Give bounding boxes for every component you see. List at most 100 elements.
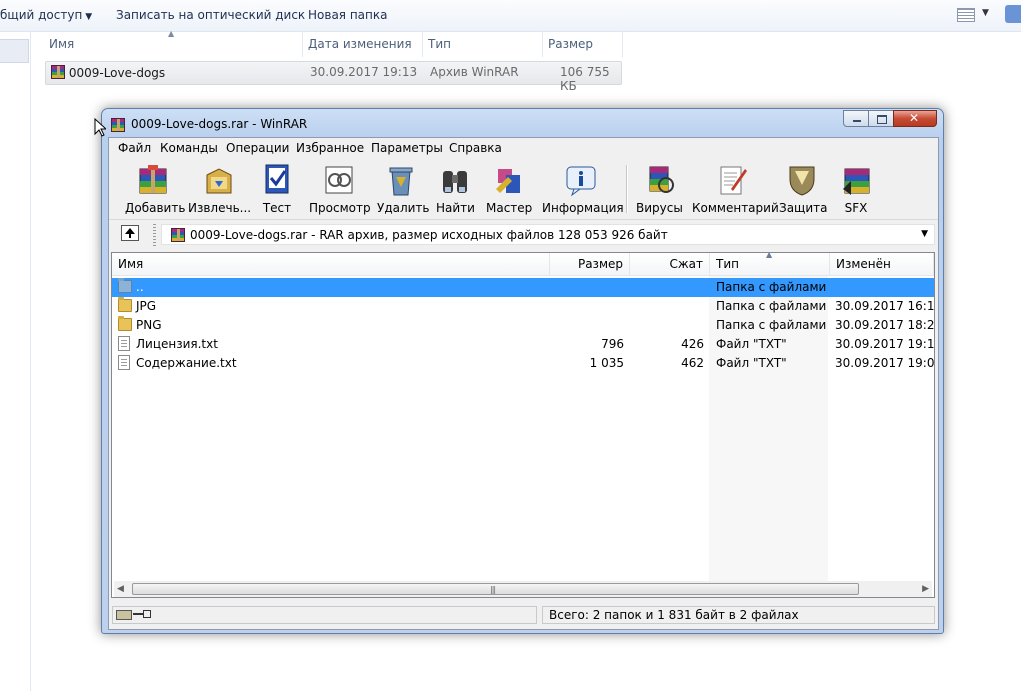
view-icon (322, 163, 356, 197)
extract-icon (201, 163, 235, 197)
file-name-label: 0009-Love-dogs (68, 66, 166, 80)
info-button[interactable]: Информация (542, 163, 624, 215)
chevron-down-icon: ▼ (85, 12, 93, 22)
rar-archive-icon (51, 65, 65, 79)
burn-disc-button[interactable]: Записать на оптический диск (116, 8, 305, 22)
mouse-cursor-icon (94, 118, 106, 137)
archive-path-combobox[interactable]: 0009-Love-dogs.rar - RAR архив, размер и… (161, 224, 935, 245)
help-icon[interactable] (1005, 5, 1021, 23)
winrar-client-area: Файл Команды Операции Избранное Параметр… (108, 137, 939, 630)
table-row[interactable]: Лицензия.txt 796 426 Файл "TXT" 30.09.20… (112, 335, 934, 354)
column-type[interactable]: Тип (423, 31, 543, 57)
file-date: 30.09.2017 19:13 (310, 65, 418, 79)
table-row[interactable]: JPG Папка с файлами 30.09.2017 16:10 (112, 297, 934, 316)
file-size: 796 (601, 337, 624, 351)
scroll-right-arrow-icon[interactable]: ▶ (922, 584, 929, 594)
scroll-left-arrow-icon[interactable]: ◀ (117, 584, 124, 594)
status-bar: Всего: 2 папок и 1 831 байт в 2 файлах (109, 603, 938, 627)
menu-options[interactable]: Параметры (371, 141, 443, 155)
file-packed: 426 (681, 337, 704, 351)
virus-scan-button[interactable]: Вирусы (636, 163, 683, 215)
close-button[interactable] (893, 110, 937, 127)
folder-icon (118, 316, 132, 331)
wizard-button[interactable]: Мастер (486, 163, 532, 215)
address-bar-grip[interactable] (153, 224, 156, 246)
view-button[interactable]: Просмотр (309, 163, 371, 215)
views-icon[interactable] (957, 8, 975, 22)
menu-file[interactable]: Файл (118, 141, 151, 155)
menu-bar: Файл Команды Операции Избранное Параметр… (109, 138, 938, 158)
find-label: Найти (436, 201, 475, 215)
file-name: PNG (136, 318, 162, 332)
column-name[interactable]: Имя (112, 253, 550, 276)
file-size: 106 755 КБ (560, 65, 610, 93)
new-folder-button[interactable]: Новая папка (308, 8, 387, 22)
test-icon (260, 163, 294, 197)
file-name: Содержание.txt (136, 356, 237, 370)
file-type: Файл "TXT" (716, 356, 787, 370)
share-label: бщий доступ (0, 8, 83, 22)
status-total-text: Всего: 2 папок и 1 831 байт в 2 файлах (549, 608, 799, 622)
nav-selected-item[interactable] (0, 39, 29, 63)
extract-button[interactable]: Извлечь... (188, 163, 251, 215)
winrar-app-icon[interactable] (111, 118, 125, 133)
parent-folder-icon (118, 278, 132, 293)
column-size[interactable]: Размер (543, 31, 623, 57)
view-label: Просмотр (309, 201, 371, 215)
wizard-icon (492, 163, 526, 197)
file-modified: 30.09.2017 16:10 (835, 299, 935, 313)
menu-commands[interactable]: Команды (160, 141, 218, 155)
column-date[interactable]: Дата изменения (303, 31, 423, 57)
key-icon[interactable] (133, 609, 151, 619)
file-packed: 462 (681, 356, 704, 370)
file-name: JPG (136, 299, 157, 313)
address-bar: 0009-Love-dogs.rar - RAR архив, размер и… (109, 221, 938, 249)
file-modified: 30.09.2017 19:13 (835, 337, 935, 351)
protect-button[interactable]: Защита (779, 163, 828, 215)
column-packed[interactable]: Сжат (630, 253, 710, 276)
add-button[interactable]: Добавить (125, 163, 185, 215)
menu-operations[interactable]: Операции (226, 141, 289, 155)
table-row[interactable]: .. Папка с файлами (112, 278, 934, 297)
share-button[interactable]: бщий доступ ▼ (0, 8, 92, 22)
sfx-icon (839, 163, 873, 197)
maximize-button[interactable] (868, 110, 894, 127)
info-icon (564, 163, 598, 197)
protect-label: Защита (779, 201, 828, 215)
menu-favorites[interactable]: Избранное (296, 141, 364, 155)
chevron-down-icon[interactable]: ▼ (921, 229, 928, 239)
table-row[interactable]: Содержание.txt 1 035 462 Файл "TXT" 30.0… (112, 354, 934, 373)
minimize-button[interactable] (843, 110, 869, 127)
menu-help[interactable]: Справка (449, 141, 502, 155)
table-row[interactable]: PNG Папка с файлами 30.09.2017 18:21 (112, 316, 934, 335)
test-button[interactable]: Тест (258, 163, 296, 215)
column-modified[interactable]: Изменён (830, 253, 934, 276)
explorer-navigation-pane (0, 31, 31, 691)
winrar-toolbar: Добавить Извлечь... Тест Просмотр Удалит… (109, 159, 938, 220)
protect-shield-icon (785, 163, 819, 197)
delete-icon (384, 163, 418, 197)
caption-buttons (843, 110, 937, 128)
window-title: 0009-Love-dogs.rar - WinRAR (131, 117, 308, 131)
status-left-pane (112, 606, 537, 624)
explorer-file-row[interactable]: 0009-Love-dogs 30.09.2017 19:13 Архив Wi… (45, 61, 622, 93)
chevron-down-icon[interactable]: ▼ (982, 8, 989, 18)
up-one-level-button[interactable] (121, 225, 139, 241)
column-size[interactable]: Размер (550, 253, 630, 276)
find-button[interactable]: Найти (436, 163, 475, 215)
horizontal-scrollbar[interactable]: ◀ ||| ▶ (114, 581, 932, 597)
grip-icon: ||| (490, 585, 496, 594)
drive-icon[interactable] (116, 610, 132, 620)
comment-icon (715, 163, 749, 197)
status-right-pane: Всего: 2 папок и 1 831 байт в 2 файлах (542, 606, 935, 624)
sfx-button[interactable]: SFX (836, 163, 876, 215)
toolbar-separator (626, 165, 628, 213)
comment-button[interactable]: Комментарий (692, 163, 779, 215)
delete-button[interactable]: Удалить (377, 163, 430, 215)
virus-scan-label: Вирусы (636, 201, 683, 215)
archive-file-list[interactable]: Имя Размер Сжат Тип Изменён ▲ .. Папка с… (111, 252, 935, 598)
scrollbar-thumb[interactable]: ||| (132, 583, 859, 595)
file-modified: 30.09.2017 18:21 (835, 318, 935, 332)
find-binoculars-icon (438, 163, 472, 197)
comment-label: Комментарий (692, 201, 779, 215)
